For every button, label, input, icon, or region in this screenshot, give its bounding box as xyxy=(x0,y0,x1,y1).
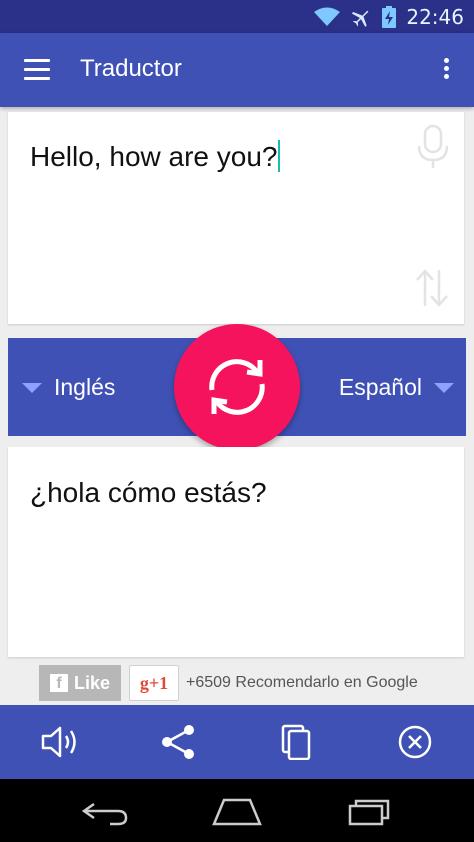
text-caret xyxy=(278,140,281,172)
recent-apps-icon[interactable] xyxy=(344,796,394,826)
source-text-card[interactable]: Hello, how are you? xyxy=(8,112,464,324)
google-plus-count: +6509 Recomendarlo en Google xyxy=(186,674,418,691)
home-icon[interactable] xyxy=(212,796,262,826)
microphone-icon[interactable] xyxy=(416,124,450,170)
translated-text: ¿hola cómo estás? xyxy=(30,477,267,508)
clear-icon[interactable] xyxy=(395,724,435,760)
swap-languages-button[interactable] xyxy=(174,324,300,450)
system-navigation-bar xyxy=(0,779,474,842)
status-time: 22:46 xyxy=(406,4,464,29)
facebook-icon: f xyxy=(49,674,68,692)
google-plus-label: g+1 xyxy=(139,672,169,693)
source-text-input[interactable]: Hello, how are you? xyxy=(30,140,281,173)
facebook-like-button[interactable]: f Like xyxy=(39,665,121,701)
share-icon[interactable] xyxy=(158,724,198,760)
target-language-selector[interactable]: Español xyxy=(339,374,454,401)
page-title: Traductor xyxy=(80,55,182,82)
airplane-mode-icon xyxy=(352,10,369,27)
google-plus-one-button[interactable]: g+1 xyxy=(129,665,179,701)
source-language-selector[interactable]: Inglés xyxy=(22,374,115,401)
status-bar: 22:46 xyxy=(0,0,474,33)
dropdown-arrow-icon xyxy=(22,382,42,393)
swap-vertical-icon[interactable] xyxy=(414,268,450,308)
source-text-value: Hello, how are you? xyxy=(30,141,278,172)
bottom-toolbar xyxy=(0,705,474,779)
wifi-icon xyxy=(314,7,341,26)
battery-charging-icon xyxy=(382,5,397,28)
translation-result-card: ¿hola cómo estás? xyxy=(8,447,464,657)
more-options-icon[interactable] xyxy=(436,58,456,84)
facebook-like-label: Like xyxy=(73,672,111,693)
source-language-label: Inglés xyxy=(54,374,116,400)
status-icons: 22:46 xyxy=(314,0,464,33)
dropdown-arrow-icon xyxy=(434,382,454,393)
hamburger-menu-icon[interactable] xyxy=(24,59,50,81)
speaker-icon[interactable] xyxy=(40,724,80,760)
copy-icon[interactable] xyxy=(277,724,317,760)
social-share-row: f Like g+1 +6509 Recomendarlo en Google xyxy=(0,664,474,704)
refresh-swap-icon xyxy=(209,359,265,415)
back-icon[interactable] xyxy=(80,796,130,826)
target-language-label: Español xyxy=(338,374,422,400)
app-bar: Traductor xyxy=(0,33,474,107)
